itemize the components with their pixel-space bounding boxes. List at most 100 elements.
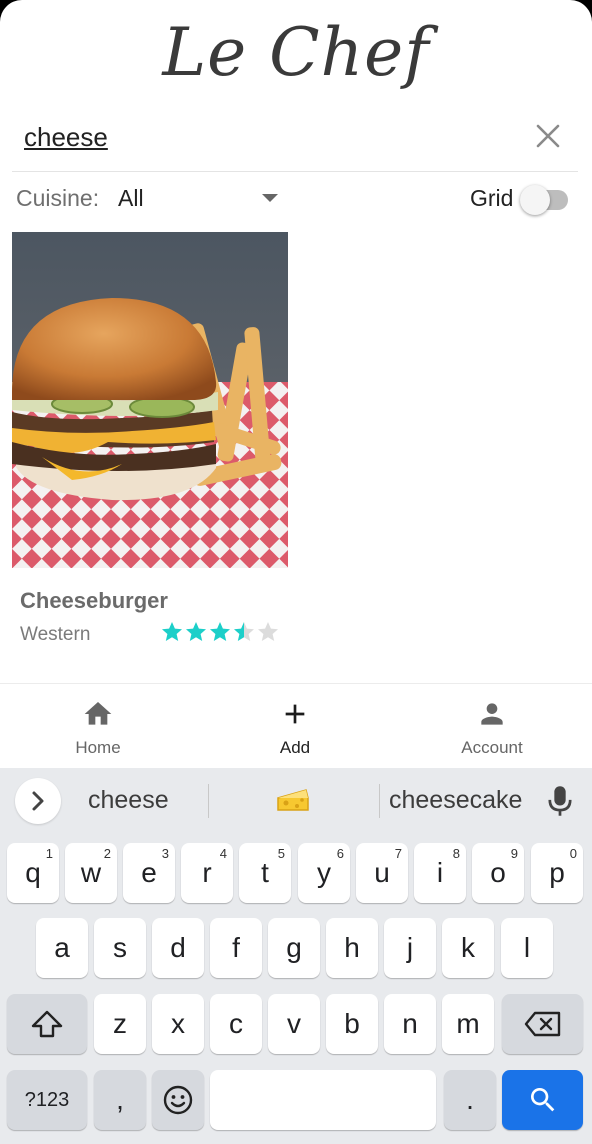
key-u[interactable]: u7 bbox=[356, 843, 408, 903]
key-l[interactable]: l bbox=[501, 918, 553, 978]
app-title: Le Chef bbox=[162, 14, 430, 91]
key-v[interactable]: v bbox=[268, 994, 320, 1054]
recipe-image bbox=[12, 232, 288, 568]
key-q[interactable]: q1 bbox=[7, 843, 59, 903]
star-icon bbox=[162, 622, 182, 641]
key-x[interactable]: x bbox=[152, 994, 204, 1054]
key-z[interactable]: z bbox=[94, 994, 146, 1054]
suggestion-cheese[interactable]: cheese bbox=[88, 786, 169, 815]
key-char: p bbox=[549, 857, 565, 888]
key-number-hint: 8 bbox=[452, 846, 460, 861]
star-half-icon bbox=[234, 622, 254, 641]
space-key[interactable] bbox=[210, 1070, 436, 1130]
recipe-name: Cheeseburger bbox=[20, 588, 168, 613]
cuisine-selected-value: All bbox=[118, 185, 144, 211]
key-w[interactable]: w2 bbox=[65, 843, 117, 903]
key-p[interactable]: p0 bbox=[531, 843, 583, 903]
cheese-emoji-suggestion[interactable] bbox=[276, 786, 310, 814]
backspace-key[interactable] bbox=[502, 994, 583, 1054]
key-number-hint: 7 bbox=[394, 846, 402, 861]
nav-account[interactable]: Account bbox=[422, 684, 562, 768]
key-number-hint: 2 bbox=[103, 846, 111, 861]
home-icon bbox=[84, 702, 112, 725]
suggestion-divider bbox=[208, 784, 209, 818]
key-char: q bbox=[25, 857, 41, 888]
person-icon bbox=[481, 703, 503, 725]
suggestion-cheesecake[interactable]: cheesecake bbox=[389, 786, 522, 815]
star-icon bbox=[186, 622, 206, 641]
key-d[interactable]: d bbox=[152, 918, 204, 978]
key-j[interactable]: j bbox=[384, 918, 436, 978]
key-char: r bbox=[202, 857, 212, 888]
key-t[interactable]: t5 bbox=[239, 843, 291, 903]
key-char: e bbox=[141, 857, 157, 888]
suggestion-divider bbox=[379, 784, 380, 818]
key-number-hint: 4 bbox=[219, 846, 227, 861]
nav-add-label: Add bbox=[279, 738, 311, 757]
nav-add[interactable]: Add bbox=[225, 684, 365, 768]
star-icon bbox=[258, 622, 278, 641]
grid-toggle[interactable] bbox=[520, 184, 568, 215]
toggle-thumb bbox=[520, 185, 550, 215]
key-number-hint: 1 bbox=[45, 846, 53, 861]
key-char: t bbox=[261, 857, 269, 888]
plus-icon bbox=[285, 704, 305, 724]
key-number-hint: 5 bbox=[277, 846, 285, 861]
smiley-icon bbox=[163, 1085, 193, 1115]
on-screen-keyboard: cheese cheesecake q1 w2 e3 r4 t5 y6 u7 i… bbox=[0, 768, 592, 1144]
recipe-cuisine: Western bbox=[20, 624, 91, 645]
key-s[interactable]: s bbox=[94, 918, 146, 978]
key-r[interactable]: r4 bbox=[181, 843, 233, 903]
key-number-hint: 6 bbox=[336, 846, 344, 861]
key-char: u bbox=[374, 857, 390, 888]
grid-label: Grid bbox=[470, 185, 514, 211]
chevron-right-icon bbox=[32, 791, 44, 811]
key-char: y bbox=[317, 857, 331, 888]
key-a[interactable]: a bbox=[36, 918, 88, 978]
key-char: o bbox=[490, 857, 506, 888]
search-bar bbox=[12, 110, 578, 172]
star-icon bbox=[210, 622, 230, 641]
key-c[interactable]: c bbox=[210, 994, 262, 1054]
nav-account-label: Account bbox=[461, 738, 523, 757]
key-e[interactable]: e3 bbox=[123, 843, 175, 903]
clear-search-button[interactable] bbox=[532, 120, 564, 152]
key-number-hint: 3 bbox=[161, 846, 169, 861]
comma-key[interactable]: , bbox=[94, 1070, 146, 1130]
key-number-hint: 9 bbox=[510, 846, 518, 861]
key-f[interactable]: f bbox=[210, 918, 262, 978]
nav-home-label: Home bbox=[75, 738, 121, 757]
key-char: w bbox=[80, 857, 102, 888]
close-icon bbox=[536, 124, 560, 148]
recipe-card[interactable]: Cheeseburger Western bbox=[12, 232, 288, 662]
period-key[interactable]: . bbox=[444, 1070, 496, 1130]
key-n[interactable]: n bbox=[384, 994, 436, 1054]
key-g[interactable]: g bbox=[268, 918, 320, 978]
microphone-icon[interactable] bbox=[546, 784, 574, 818]
star-rating bbox=[160, 620, 280, 644]
shift-key[interactable] bbox=[7, 994, 87, 1054]
backspace-icon bbox=[524, 1011, 560, 1037]
key-char: i bbox=[436, 857, 444, 888]
search-icon bbox=[530, 1088, 554, 1112]
cuisine-label: Cuisine: bbox=[16, 185, 100, 211]
expand-suggestions-button[interactable] bbox=[15, 778, 61, 824]
nav-home[interactable]: Home bbox=[28, 684, 168, 768]
key-k[interactable]: k bbox=[442, 918, 494, 978]
emoji-key[interactable] bbox=[152, 1070, 204, 1130]
key-y[interactable]: y6 bbox=[298, 843, 350, 903]
key-i[interactable]: i8 bbox=[414, 843, 466, 903]
app-screen: Le Chef Cuisine: All Grid bbox=[0, 0, 592, 1144]
search-input[interactable] bbox=[24, 120, 504, 154]
filter-bar: Cuisine: All Grid bbox=[0, 176, 592, 220]
key-number-hint: 0 bbox=[569, 846, 577, 861]
key-b[interactable]: b bbox=[326, 994, 378, 1054]
key-o[interactable]: o9 bbox=[472, 843, 524, 903]
shift-icon bbox=[31, 1010, 63, 1038]
bottom-navigation: Home Add Account bbox=[0, 683, 592, 767]
chevron-down-icon bbox=[262, 194, 278, 202]
search-key[interactable] bbox=[502, 1070, 583, 1130]
key-m[interactable]: m bbox=[442, 994, 494, 1054]
symbols-key[interactable]: ?123 bbox=[7, 1070, 87, 1130]
key-h[interactable]: h bbox=[326, 918, 378, 978]
